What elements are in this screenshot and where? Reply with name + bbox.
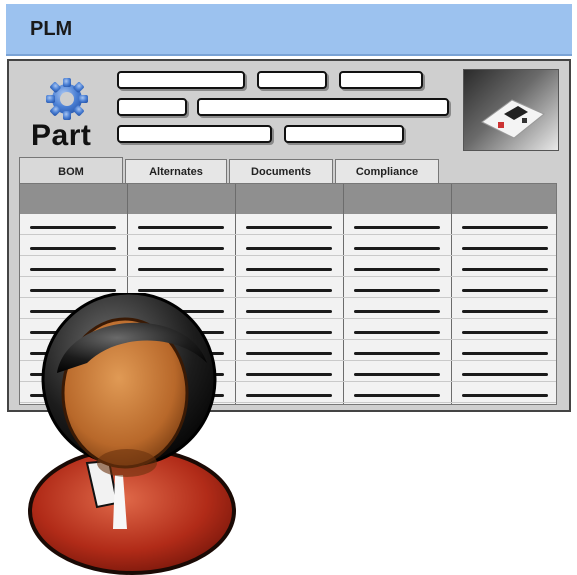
- cell-placeholder: [246, 331, 332, 334]
- cell-placeholder: [462, 310, 548, 313]
- user-avatar-icon: [28, 293, 236, 575]
- app-title-bar: PLM: [6, 4, 572, 56]
- part-field-6[interactable]: [117, 125, 272, 143]
- cell-placeholder: [462, 247, 548, 250]
- part-image: [463, 69, 559, 151]
- table-row[interactable]: [20, 276, 556, 277]
- cell-placeholder: [462, 226, 548, 229]
- part-field-7[interactable]: [284, 125, 404, 143]
- cell-placeholder: [246, 268, 332, 271]
- cell-placeholder: [30, 289, 116, 292]
- cell-placeholder: [30, 226, 116, 229]
- cell-placeholder: [354, 289, 440, 292]
- tab-alternates[interactable]: Alternates: [125, 159, 227, 183]
- column-divider: [451, 184, 452, 404]
- tab-documents[interactable]: Documents: [229, 159, 333, 183]
- part-field-1[interactable]: [117, 71, 245, 89]
- cell-placeholder: [246, 289, 332, 292]
- cell-placeholder: [354, 352, 440, 355]
- cell-placeholder: [462, 289, 548, 292]
- gear-icon: [46, 78, 88, 120]
- cell-placeholder: [354, 268, 440, 271]
- cell-placeholder: [138, 247, 224, 250]
- table-header: [20, 184, 556, 214]
- cell-placeholder: [354, 247, 440, 250]
- cell-placeholder: [138, 268, 224, 271]
- tab-compliance[interactable]: Compliance: [335, 159, 439, 183]
- cell-placeholder: [354, 310, 440, 313]
- cell-placeholder: [246, 394, 332, 397]
- cell-placeholder: [246, 373, 332, 376]
- cell-placeholder: [354, 394, 440, 397]
- part-window: Part BOM Alternates Documents Compliance: [7, 59, 571, 575]
- cell-placeholder: [354, 373, 440, 376]
- table-row[interactable]: [20, 234, 556, 235]
- cell-placeholder: [246, 247, 332, 250]
- cell-placeholder: [462, 394, 548, 397]
- cell-placeholder: [246, 226, 332, 229]
- cell-placeholder: [30, 247, 116, 250]
- app-title: PLM: [30, 18, 73, 40]
- cell-placeholder: [462, 373, 548, 376]
- part-field-5[interactable]: [197, 98, 449, 116]
- cell-placeholder: [462, 331, 548, 334]
- cell-placeholder: [354, 331, 440, 334]
- cell-placeholder: [30, 268, 116, 271]
- part-field-3[interactable]: [339, 71, 423, 89]
- part-field-2[interactable]: [257, 71, 327, 89]
- part-field-4[interactable]: [117, 98, 187, 116]
- cell-placeholder: [354, 226, 440, 229]
- cell-placeholder: [246, 352, 332, 355]
- tab-bom[interactable]: BOM: [19, 157, 123, 183]
- part-label: Part: [31, 119, 92, 152]
- cell-placeholder: [138, 226, 224, 229]
- column-divider: [343, 184, 344, 404]
- cell-placeholder: [246, 310, 332, 313]
- cell-placeholder: [138, 289, 224, 292]
- table-row[interactable]: [20, 255, 556, 256]
- cell-placeholder: [462, 352, 548, 355]
- cell-placeholder: [462, 268, 548, 271]
